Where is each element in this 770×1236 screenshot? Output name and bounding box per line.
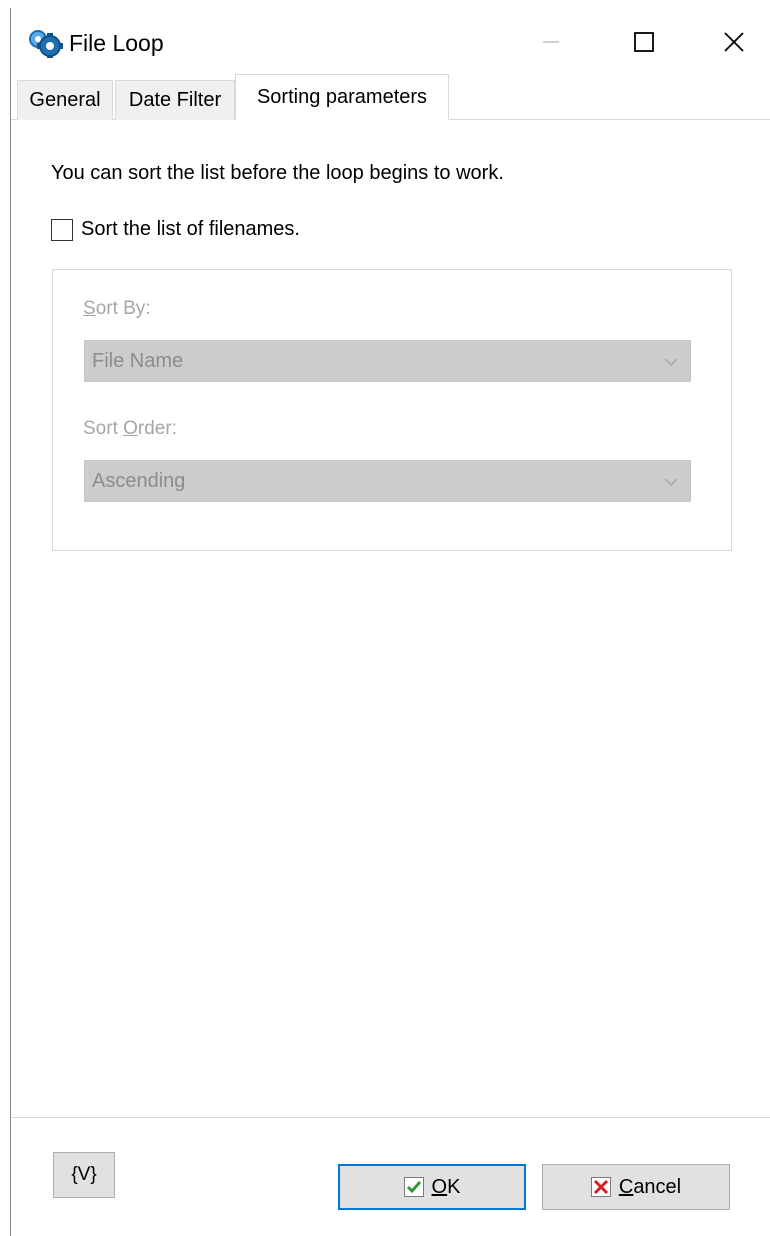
sort-list-checkbox-label[interactable]: Sort the list of filenames. bbox=[81, 218, 300, 241]
checkmark-icon bbox=[403, 1177, 424, 1197]
tab-general[interactable]: General bbox=[17, 80, 113, 120]
ok-button-label: OK bbox=[431, 1175, 461, 1198]
bottom-divider bbox=[11, 1117, 770, 1118]
maximize-button[interactable] bbox=[616, 20, 672, 64]
tab-strip: General Date Filter Sorting parameters bbox=[11, 74, 770, 120]
gears-icon bbox=[27, 28, 63, 58]
sort-options-group: Sort By: File Name Sort Order: Ascending bbox=[52, 269, 732, 551]
intro-text: You can sort the list before the loop be… bbox=[51, 162, 504, 184]
variables-button[interactable]: {V} bbox=[53, 1152, 115, 1198]
minimize-button[interactable] bbox=[523, 20, 579, 64]
sort-by-select[interactable]: File Name bbox=[84, 340, 691, 382]
sort-order-label: Sort Order: bbox=[83, 418, 177, 439]
tab-sorting-parameters[interactable]: Sorting parameters bbox=[235, 74, 449, 120]
maximize-icon bbox=[634, 32, 654, 52]
title-bar[interactable]: File Loop bbox=[11, 8, 770, 72]
file-loop-window: File Loop General Date Filter Sorting pa… bbox=[10, 8, 770, 1236]
cancel-button-label: Cancel bbox=[618, 1175, 682, 1198]
ok-button[interactable]: OK bbox=[338, 1164, 526, 1210]
sort-list-checkbox-row[interactable]: Sort the list of filenames. bbox=[51, 218, 300, 241]
sort-by-value: File Name bbox=[92, 349, 184, 372]
sort-order-value: Ascending bbox=[92, 469, 186, 492]
sort-by-label: Sort By: bbox=[83, 298, 151, 319]
chevron-down-icon bbox=[664, 478, 678, 487]
cancel-button[interactable]: Cancel bbox=[542, 1164, 730, 1210]
close-icon bbox=[724, 32, 744, 52]
chevron-down-icon bbox=[664, 358, 678, 367]
tab-date-filter[interactable]: Date Filter bbox=[115, 80, 235, 120]
minimize-icon bbox=[543, 41, 559, 43]
close-button[interactable] bbox=[706, 20, 762, 64]
window-title: File Loop bbox=[69, 30, 164, 56]
sort-list-checkbox[interactable] bbox=[51, 218, 73, 241]
sort-order-select[interactable]: Ascending bbox=[84, 460, 691, 502]
red-x-icon bbox=[590, 1177, 611, 1197]
